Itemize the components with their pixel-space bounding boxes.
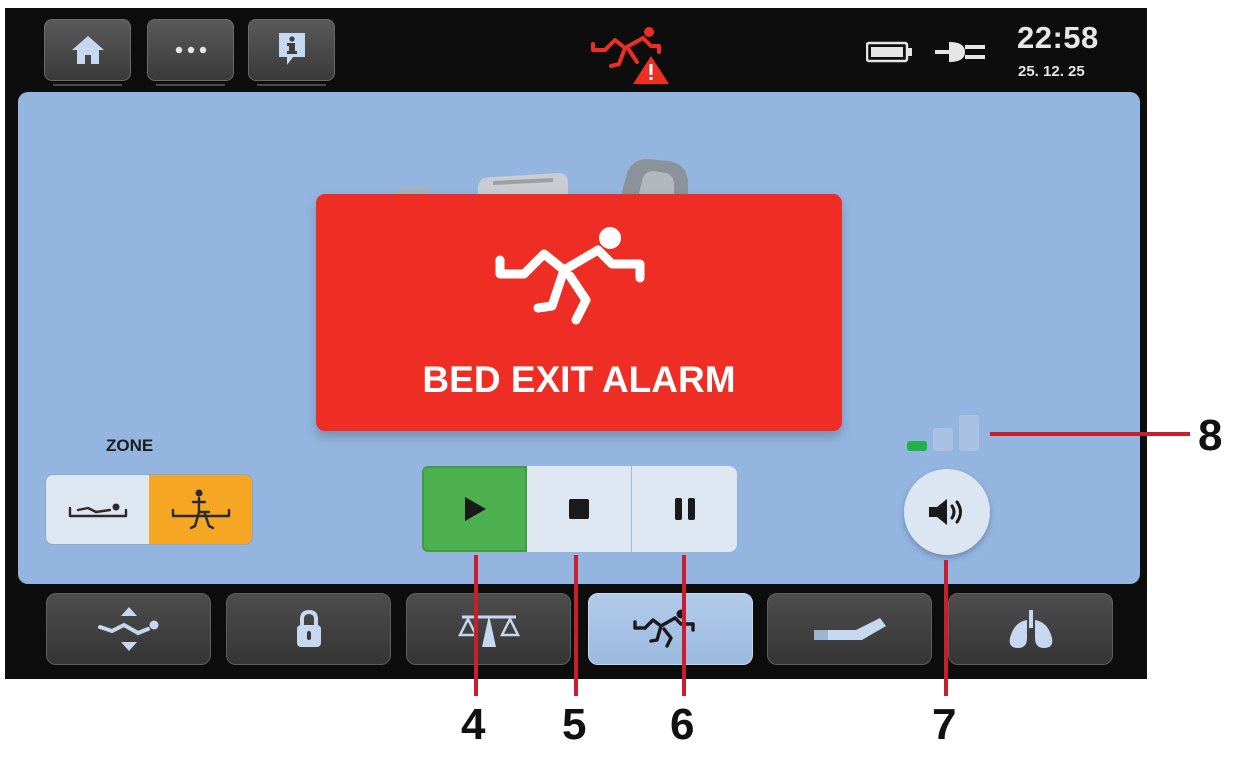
pause-button[interactable] (632, 466, 737, 552)
callout-5: 5 (562, 700, 587, 749)
clock-date: 25. 12. 25 (1018, 63, 1085, 80)
callout-line-4 (474, 555, 478, 696)
info-button[interactable] (248, 19, 335, 86)
callout-7: 7 (932, 700, 957, 749)
callout-8: 8 (1198, 411, 1223, 460)
bed-exit-warning-icon (591, 27, 669, 84)
zone-label: ZONE (106, 436, 154, 455)
clock-time: 22:58 (1017, 20, 1099, 55)
callout-line-7 (944, 560, 948, 696)
callout-4: 4 (461, 700, 486, 749)
volume-button[interactable] (904, 469, 990, 555)
pause-icon (674, 498, 695, 520)
bed-exit-nav-icon (632, 609, 695, 648)
lying-in-bed-icon (68, 503, 127, 517)
mains-plug-icon (935, 42, 985, 62)
nav-scale-button[interactable] (406, 593, 571, 665)
info-icon (278, 33, 305, 65)
battery-icon (866, 41, 912, 63)
volume-bar-2 (933, 428, 953, 451)
lock-icon (296, 609, 321, 647)
nav-lungs-button[interactable] (948, 593, 1113, 665)
bed-exit-alarm-box: BED EXIT ALARM (316, 194, 842, 431)
callout-6: 6 (670, 700, 695, 749)
more-button[interactable] (147, 19, 234, 86)
sitting-on-edge-icon (171, 489, 230, 529)
bed-position-icon (813, 618, 886, 640)
nav-bed-height-button[interactable] (46, 593, 211, 665)
speaker-icon (929, 499, 962, 525)
volume-bar-3 (959, 415, 979, 451)
bed-exit-icon (495, 227, 645, 325)
play-button[interactable] (422, 466, 527, 552)
stop-button[interactable] (527, 466, 632, 552)
alarm-title: BED EXIT ALARM (422, 359, 736, 400)
lungs-icon (1009, 610, 1052, 648)
home-icon (71, 36, 104, 64)
zone-sitting-button[interactable] (149, 475, 252, 544)
bed-height-icon (97, 607, 158, 651)
more-icon (175, 46, 206, 54)
stop-icon (569, 499, 589, 519)
zone-selector (45, 474, 253, 545)
zone-lying-button[interactable] (46, 475, 150, 544)
nav-lock-button[interactable] (226, 593, 391, 665)
callout-line-8 (990, 432, 1190, 436)
scale-icon (457, 615, 520, 647)
volume-bar-1 (907, 441, 927, 451)
callout-line-6 (682, 555, 686, 696)
home-button[interactable] (44, 19, 131, 86)
play-icon (464, 497, 486, 521)
nav-bed-position-button[interactable] (767, 593, 932, 665)
nav-bed-exit-button[interactable] (588, 593, 753, 665)
callout-line-5 (574, 555, 578, 696)
